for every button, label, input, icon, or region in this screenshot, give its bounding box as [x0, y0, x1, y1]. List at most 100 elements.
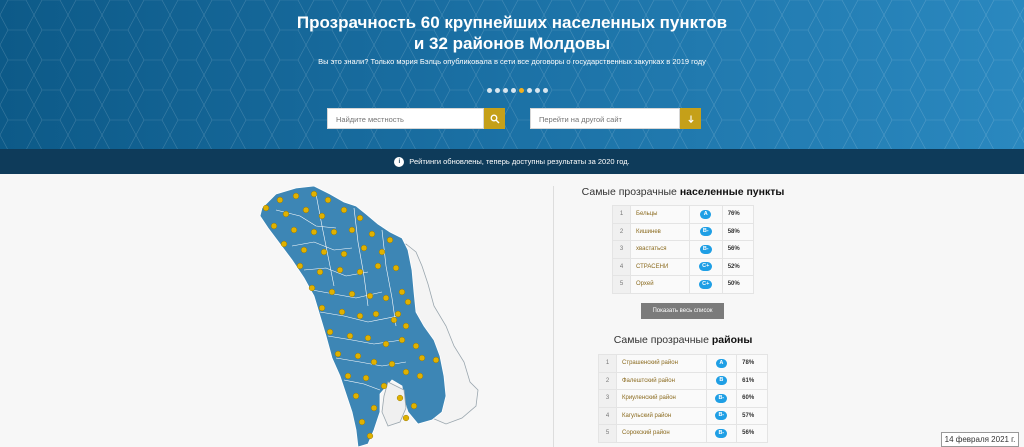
district-name-cell[interactable]: Сорокский район [616, 424, 707, 443]
locality-marker[interactable] [410, 402, 418, 410]
district-name-cell[interactable]: Кагульский район [616, 406, 707, 425]
goto-site-field[interactable] [530, 108, 680, 129]
locality-marker[interactable] [290, 226, 298, 234]
carousel-dot[interactable] [527, 88, 532, 93]
search-button[interactable] [484, 108, 505, 129]
locality-marker[interactable] [356, 214, 364, 222]
carousel-dot[interactable] [535, 88, 540, 93]
locality-marker[interactable] [398, 288, 406, 296]
locality-marker[interactable] [330, 228, 338, 236]
locality-marker[interactable] [370, 358, 378, 366]
locality-marker[interactable] [300, 246, 308, 254]
carousel-dot[interactable] [519, 88, 524, 93]
locality-marker[interactable] [348, 226, 356, 234]
locality-marker[interactable] [382, 294, 390, 302]
goto-site-input[interactable] [531, 110, 679, 129]
locality-marker[interactable] [378, 248, 386, 256]
carousel-dot[interactable] [495, 88, 500, 93]
locality-marker[interactable] [336, 266, 344, 274]
locality-marker[interactable] [404, 298, 412, 306]
district-row[interactable]: 5 Сорокский район B- 56% [598, 424, 768, 443]
locality-marker[interactable] [392, 264, 400, 272]
locality-marker[interactable] [374, 262, 382, 270]
locality-search-field[interactable] [327, 108, 484, 129]
locality-name-cell[interactable]: хвастаться [630, 240, 690, 259]
locality-marker[interactable] [320, 248, 328, 256]
locality-marker[interactable] [372, 310, 380, 318]
locality-marker[interactable] [366, 292, 374, 300]
locality-marker[interactable] [262, 204, 270, 212]
locality-marker[interactable] [402, 414, 410, 422]
carousel-dot[interactable] [543, 88, 548, 93]
locality-marker[interactable] [356, 312, 364, 320]
district-row[interactable]: 3 Криуленский район B- 60% [598, 389, 768, 408]
locality-row[interactable]: 4 СТРАСЕНИ C+ 52% [612, 257, 755, 276]
locality-marker[interactable] [382, 340, 390, 348]
locality-marker[interactable] [380, 382, 388, 390]
locality-marker[interactable] [370, 404, 378, 412]
locality-marker[interactable] [432, 356, 440, 364]
locality-marker[interactable] [388, 360, 396, 368]
carousel-dot[interactable] [487, 88, 492, 93]
locality-marker[interactable] [398, 336, 406, 344]
locality-marker[interactable] [292, 192, 300, 200]
locality-marker[interactable] [310, 190, 318, 198]
locality-marker[interactable] [364, 334, 372, 342]
locality-marker[interactable] [418, 354, 426, 362]
locality-marker[interactable] [310, 228, 318, 236]
show-all-button[interactable]: Показать весь список [641, 303, 724, 319]
district-name-cell[interactable]: Страшенский район [616, 354, 707, 373]
locality-name-cell[interactable]: Кишинев [630, 222, 690, 241]
locality-marker[interactable] [386, 236, 394, 244]
locality-marker[interactable] [328, 288, 336, 296]
district-row[interactable]: 2 Фалештский район B 61% [598, 371, 768, 390]
locality-name-cell[interactable]: Бельцы [630, 205, 690, 224]
locality-marker[interactable] [360, 244, 368, 252]
locality-marker[interactable] [344, 372, 352, 380]
locality-marker[interactable] [338, 308, 346, 316]
locality-marker[interactable] [340, 250, 348, 258]
district-row[interactable]: 4 Кагульский район B- 57% [598, 406, 768, 425]
locality-marker[interactable] [280, 240, 288, 248]
locality-row[interactable]: 1 Бельцы A 76% [612, 205, 755, 224]
locality-marker[interactable] [296, 262, 304, 270]
locality-marker[interactable] [318, 304, 326, 312]
locality-marker[interactable] [318, 212, 326, 220]
locality-marker[interactable] [402, 368, 410, 376]
locality-row[interactable]: 5 Орхей C+ 50% [612, 275, 755, 294]
locality-marker[interactable] [390, 316, 398, 324]
locality-marker[interactable] [396, 394, 404, 402]
locality-marker[interactable] [362, 374, 370, 382]
locality-marker[interactable] [302, 206, 310, 214]
locality-marker[interactable] [412, 342, 420, 350]
locality-row[interactable]: 2 Кишинев B- 58% [612, 222, 755, 241]
locality-marker[interactable] [282, 210, 290, 218]
district-row[interactable]: 1 Страшенский район A 78% [598, 354, 768, 373]
locality-marker[interactable] [340, 206, 348, 214]
locality-marker[interactable] [394, 310, 402, 318]
locality-marker[interactable] [316, 268, 324, 276]
locality-marker[interactable] [334, 350, 342, 358]
locality-marker[interactable] [270, 222, 278, 230]
locality-marker[interactable] [354, 352, 362, 360]
locality-marker[interactable] [416, 372, 424, 380]
locality-marker[interactable] [308, 284, 316, 292]
locality-marker[interactable] [402, 322, 410, 330]
locality-marker[interactable] [358, 418, 366, 426]
locality-name-cell[interactable]: Орхей [630, 275, 690, 294]
moldova-map[interactable] [256, 186, 506, 447]
moldova-main-territory[interactable] [259, 186, 447, 447]
locality-name-cell[interactable]: СТРАСЕНИ [630, 257, 690, 276]
locality-marker[interactable] [346, 332, 354, 340]
locality-marker[interactable] [356, 268, 364, 276]
locality-row[interactable]: 3 хвастаться B- 56% [612, 240, 755, 259]
locality-marker[interactable] [352, 392, 360, 400]
carousel-dot[interactable] [511, 88, 516, 93]
carousel-dot[interactable] [503, 88, 508, 93]
locality-marker[interactable] [276, 196, 284, 204]
locality-marker[interactable] [324, 196, 332, 204]
locality-search-input[interactable] [328, 110, 483, 129]
locality-marker[interactable] [368, 230, 376, 238]
locality-marker[interactable] [326, 328, 334, 336]
locality-marker[interactable] [366, 432, 374, 440]
